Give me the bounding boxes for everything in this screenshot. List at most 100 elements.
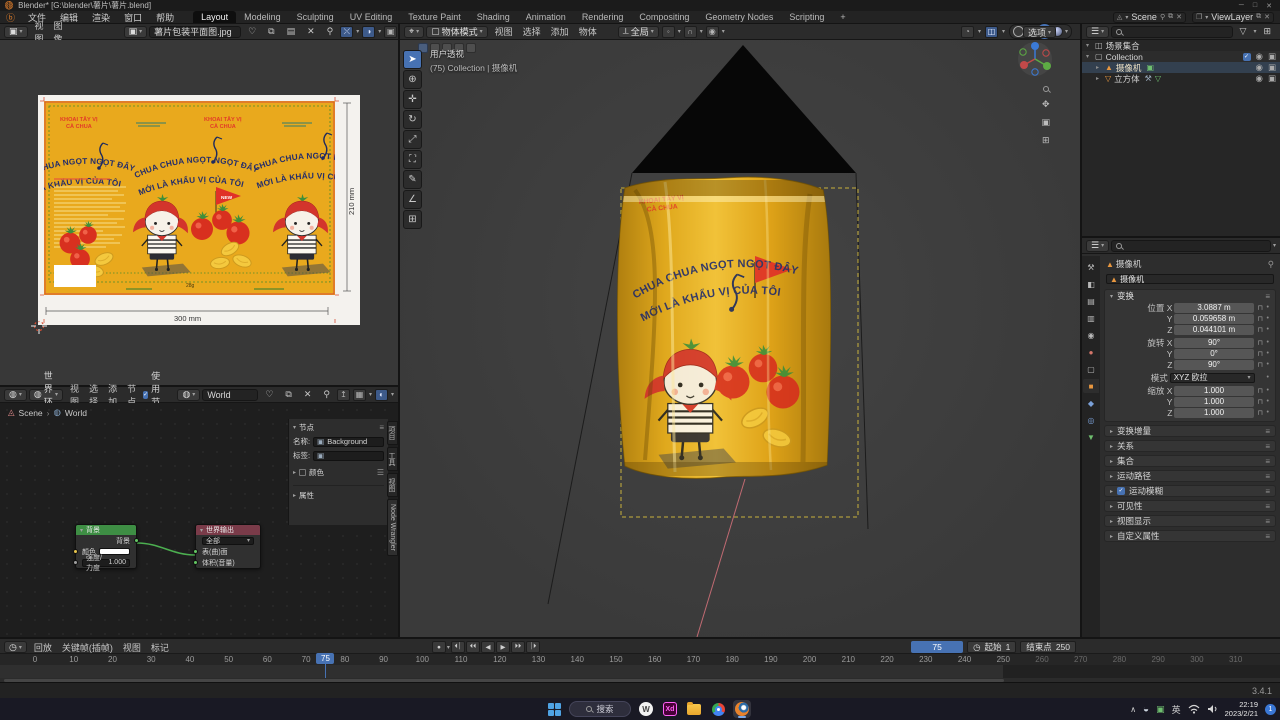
camera-object-row[interactable]: ▸ ▲ 摄像机 ▣ ◉ ▣ [1082,62,1280,73]
scale-y-field[interactable]: 1.000 [1174,396,1254,407]
copy-world-icon[interactable]: ⧉ [280,389,296,400]
taskbar-clock[interactable]: 22:19 2023/2/21 [1225,700,1258,719]
ime-indicator[interactable]: 英 [1172,703,1181,716]
render-visibility-icon[interactable]: ▣ [1268,51,1276,62]
sidebar-tab[interactable]: 项目 [387,421,398,445]
world-datablock-icon[interactable]: ◍ ▾ [177,388,201,401]
prev-keyframe-button[interactable]: ⏴⏴ [465,641,480,653]
attributes-panel-label[interactable]: 属性 [299,490,314,501]
workspace-tab[interactable]: Sculpting [289,11,342,23]
color-channel-icon[interactable]: ▣ [384,25,398,38]
pin-icon[interactable]: ⚲ [322,26,339,37]
camera-data-icon[interactable]: ▣ [1146,63,1154,72]
minimize-button[interactable]: ─ [1239,2,1244,10]
new-scene-icon[interactable]: ⧉ [1168,13,1173,21]
workspace-tab[interactable]: Animation [518,11,574,23]
gizmo-x-axis[interactable] [1020,61,1028,69]
volume-input-socket[interactable] [193,560,198,565]
lock-icon[interactable]: ⊓ [1256,326,1265,334]
collection-checkbox[interactable]: ✓ [1242,52,1251,61]
sidebar-tab[interactable]: 视图 [387,473,398,497]
shader-type-dropdown[interactable]: ◍世界环境▾ [28,371,64,420]
chip-bag-object[interactable] [605,170,845,500]
location-y-field[interactable]: 0.059658 m [1174,313,1254,324]
camera-view-icon[interactable]: ▣ [1041,117,1050,128]
workspace-tab[interactable]: Layout [193,11,237,23]
workspace-tab[interactable]: Rendering [574,11,632,23]
playhead[interactable]: 75 [316,653,335,678]
collection-row[interactable]: ▾ ▢ Collection ✓ ◉ ▣ [1082,51,1280,62]
collapsed-panel[interactable]: ▸ 可见性 ≡ [1104,500,1276,512]
background-output-socket[interactable] [134,538,139,543]
render-visibility-icon[interactable]: ▣ [1268,73,1276,84]
pin-icon[interactable]: ⚲ [318,389,335,400]
world-name-field[interactable]: World [202,388,259,401]
workspace-tab[interactable]: Modeling [236,11,289,23]
lock-icon[interactable]: ⊓ [1256,398,1265,406]
collapsed-panel[interactable]: ▸ 视图显示 ≡ [1104,515,1276,527]
lock-icon[interactable]: ⊓ [1256,350,1265,358]
strength-field[interactable]: 强度/力度 1.000 [82,555,130,572]
scene-selector[interactable]: ◬ ▾ Scene ⚲ ⧉ ✕ [1113,11,1186,23]
toggle-ortho-icon[interactable]: ⊞ [1042,135,1050,146]
editor-type-outliner[interactable]: ☰ ▾ [1086,25,1110,38]
fake-user-icon[interactable]: ♡ [260,389,278,400]
2d-cursor[interactable] [31,318,47,334]
close-button[interactable]: ✕ [1266,2,1272,10]
output-target-dropdown[interactable]: 全部 ▾ [202,536,254,545]
workspace-tab[interactable]: Shading [469,11,518,23]
current-frame-field[interactable]: 75 [911,641,964,653]
node-canvas[interactable]: ◬ Scene› ◍ World ▾背景 背景 颜色 强度/力度1.000 [0,403,398,637]
playhead-badge[interactable]: 75 [316,653,335,664]
scale-z-field[interactable]: 1.000 [1174,407,1254,418]
open-image-icon[interactable]: ▤ [282,26,301,37]
collapsed-panel[interactable]: ▸ 关系 ≡ [1104,440,1276,452]
transform-panel-header[interactable]: ▾ 变换 ≡ [1105,290,1275,302]
scene-collection-row[interactable]: ▾ ◫ 场景集合 [1082,40,1280,51]
frame-end-field[interactable]: 结束点 250 [1020,641,1076,653]
frame-start-field[interactable]: ◷ 起始 1 [967,641,1017,653]
outliner-search[interactable] [1111,25,1233,38]
unlink-icon[interactable]: ✕ [1176,13,1182,21]
tray-chevron-icon[interactable]: ∧ [1130,705,1136,714]
lock-icon[interactable]: ⊓ [1256,361,1265,369]
start-button[interactable] [545,700,563,718]
rotation-x-field[interactable]: 90° [1174,337,1254,348]
tray-app-icon[interactable]: ▣ [1156,704,1165,715]
lock-icon[interactable]: ⊓ [1256,315,1265,323]
wps-app-icon[interactable]: W [637,700,655,718]
color-input-socket[interactable] [73,549,78,554]
play-button[interactable]: ▶ [495,641,510,653]
next-keyframe-button[interactable]: ⏵⏵ [510,641,525,653]
viewport-3d[interactable]: ⌖ ▾ ▢ 物体模式 ▾ 视图 选择 添加 物体 ⟂ 全局 ▾ ◦ ▾ ∩ ▾ ◉ ▾ ◔ ▾ ◫ ▾ [400,24,1080,637]
taskbar-search[interactable]: 搜索 [569,701,631,717]
properties-tab[interactable]: ◎ [1083,413,1099,427]
lock-icon[interactable]: ⊓ [1256,409,1265,417]
location-x-field[interactable]: 3.0887 m [1174,302,1254,313]
maximize-button[interactable]: □ [1253,2,1257,10]
properties-tab[interactable]: ◉ [1083,328,1099,342]
pin-icon[interactable]: ⚲ [1268,259,1274,270]
auto-key-icon[interactable]: ● [431,641,446,653]
zoom-icon[interactable] [1042,86,1049,92]
remove-layer-icon[interactable]: ✕ [1264,13,1270,21]
properties-tab[interactable]: ● [1083,345,1099,359]
modifier-icon[interactable]: ⚒ [1145,74,1152,83]
properties-search[interactable] [1111,239,1271,252]
world-output-node[interactable]: ▾ 世界输出 全部 ▾ 表(曲)面 体积(音量) [193,524,261,569]
rotation-z-field[interactable]: 90° [1174,359,1254,370]
filter-icon[interactable]: ▽ [1235,26,1252,37]
properties-tab[interactable]: ▼ [1083,430,1099,444]
collapsed-panel[interactable]: ▸ 自定义属性 ≡ [1104,530,1276,542]
jump-end-button[interactable]: ⏐⏵ [525,641,540,653]
editor-type-shader[interactable]: ◍ ▾ [4,388,27,401]
surface-input-socket[interactable] [193,549,198,554]
new-collection-icon[interactable]: ⊞ [1258,26,1276,37]
play-reverse-button[interactable]: ◀ [480,641,495,653]
node-name-field[interactable]: ▣ Background [313,436,384,447]
menu-item[interactable]: 渲染 [85,11,117,24]
viewlayer-selector[interactable]: ❒ ▾ ViewLayer ⧉ ✕ [1191,11,1274,23]
sidebar-tab-node-wrangler[interactable]: Node Wrangler [387,499,398,556]
rotation-y-field[interactable]: 0° [1174,348,1254,359]
hide-eye-icon[interactable]: ◉ [1256,73,1263,84]
